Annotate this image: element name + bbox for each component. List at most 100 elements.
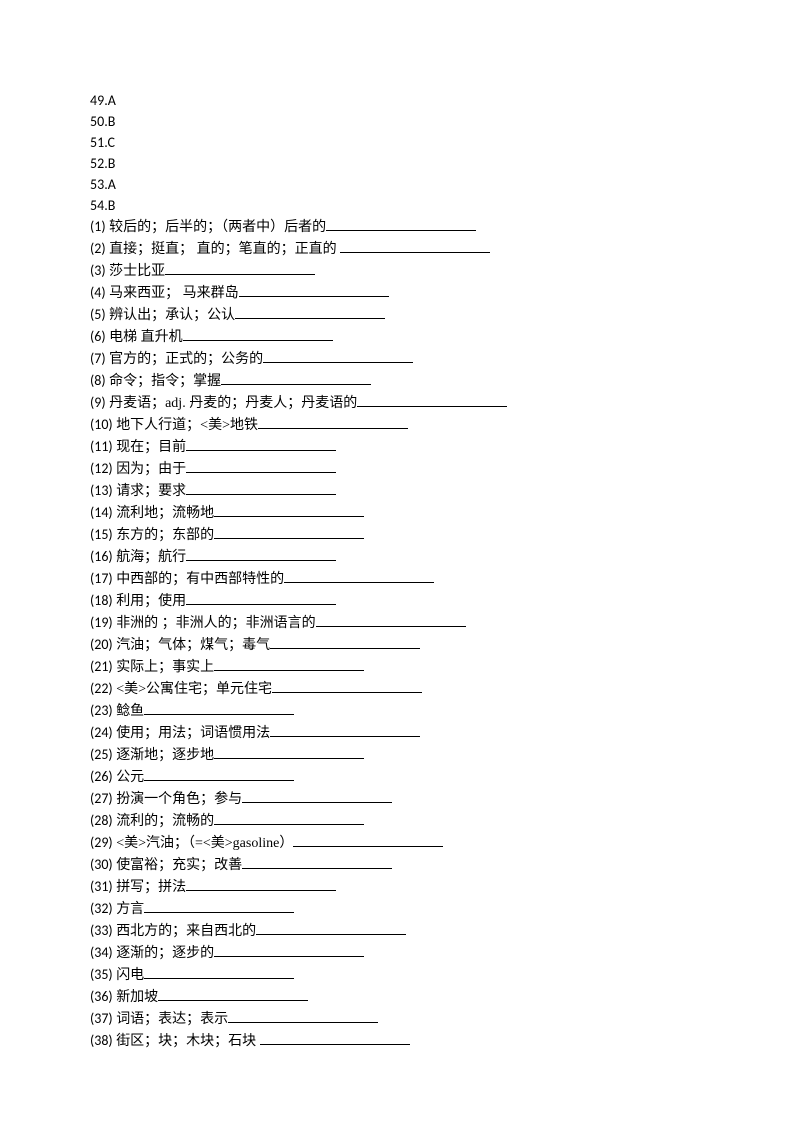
vocab-item: (27) 扮演一个角色；参与: [90, 788, 794, 810]
vocab-number: (14): [90, 504, 113, 521]
vocab-number: (3): [90, 262, 106, 279]
answer-line: 53.A: [90, 174, 794, 195]
vocab-item: (26) 公元: [90, 766, 794, 788]
fill-blank: [214, 811, 364, 825]
vocab-item: (13) 请求；要求: [90, 480, 794, 502]
vocab-item: (16) 航海；航行: [90, 546, 794, 568]
vocab-item: (2) 直接；挺直； 直的；笔直的；正直的: [90, 238, 794, 260]
fill-blank: [326, 217, 476, 231]
vocab-item: (36) 新加坡: [90, 986, 794, 1008]
vocab-number: (9): [90, 394, 106, 411]
vocab-text: 新加坡: [113, 990, 159, 1005]
vocab-item: (28) 流利的；流畅的: [90, 810, 794, 832]
vocab-number: (35): [90, 966, 113, 983]
vocab-item: (30) 使富裕；充实；改善: [90, 854, 794, 876]
vocab-number: (33): [90, 922, 113, 939]
fill-blank: [258, 415, 408, 429]
fill-blank: [357, 393, 507, 407]
fill-blank: [183, 327, 333, 341]
vocab-text: 使用；用法；词语惯用法: [113, 726, 271, 741]
vocab-text: 非洲的 ；非洲人的；非洲语言的: [113, 616, 316, 631]
vocab-number: (8): [90, 372, 106, 389]
vocab-item: (21) 实际上；事实上: [90, 656, 794, 678]
fill-blank: [144, 767, 294, 781]
vocab-number: (28): [90, 812, 113, 829]
vocab-number: (1): [90, 218, 106, 235]
vocab-number: (34): [90, 944, 113, 961]
vocab-item: (24) 使用；用法；词语惯用法: [90, 722, 794, 744]
vocab-number: (26): [90, 768, 113, 785]
vocab-item: (1) 较后的；后半的；（两者中）后者的: [90, 216, 794, 238]
vocab-number: (7): [90, 350, 106, 367]
fill-blank: [221, 371, 371, 385]
vocab-text: 方言: [113, 902, 145, 917]
fill-blank: [242, 855, 392, 869]
vocab-item: (32) 方言: [90, 898, 794, 920]
vocab-text: 航海；航行: [113, 550, 187, 565]
vocab-number: (24): [90, 724, 113, 741]
vocab-number: (10): [90, 416, 113, 433]
vocab-text: 街区；块；木块；石块: [113, 1034, 260, 1049]
fill-blank: [293, 833, 443, 847]
vocab-number: (23): [90, 702, 113, 719]
vocab-item: (8) 命令；指令；掌握: [90, 370, 794, 392]
vocab-number: (25): [90, 746, 113, 763]
vocab-item: (33) 西北方的；来自西北的: [90, 920, 794, 942]
fill-blank: [316, 613, 466, 627]
vocab-text: 电梯 直升机: [106, 330, 183, 345]
fill-blank: [214, 943, 364, 957]
vocab-number: (27): [90, 790, 113, 807]
vocab-text: 丹麦语；adj. 丹麦的；丹麦人；丹麦语的: [106, 396, 358, 411]
vocab-number: (13): [90, 482, 113, 499]
vocab-number: (38): [90, 1032, 113, 1049]
vocab-item: (18) 利用；使用: [90, 590, 794, 612]
vocab-item: (19) 非洲的 ；非洲人的；非洲语言的: [90, 612, 794, 634]
vocab-text: 实际上；事实上: [113, 660, 215, 675]
vocab-number: (20): [90, 636, 113, 653]
vocab-item: (35) 闪电: [90, 964, 794, 986]
vocab-text: 拼写；拼法: [113, 880, 187, 895]
vocab-item: (23) 鲶鱼: [90, 700, 794, 722]
fill-blank: [186, 591, 336, 605]
fill-blank: [144, 965, 294, 979]
vocab-text: 因为；由于: [113, 462, 187, 477]
vocab-text: <美>公寓住宅；单元住宅: [113, 682, 272, 697]
vocab-number: (32): [90, 900, 113, 917]
vocab-text: 流利地；流畅地: [113, 506, 215, 521]
fill-blank: [272, 679, 422, 693]
vocab-item: (38) 街区；块；木块；石块: [90, 1030, 794, 1052]
vocab-text: 使富裕；充实；改善: [113, 858, 243, 873]
vocab-item: (25) 逐渐地；逐步地: [90, 744, 794, 766]
fill-blank: [263, 349, 413, 363]
vocab-text: 流利的；流畅的: [113, 814, 215, 829]
vocab-item: (3) 莎士比亚: [90, 260, 794, 282]
answer-line: 54.B: [90, 195, 794, 216]
answer-line: 52.B: [90, 153, 794, 174]
vocab-item: (9) 丹麦语；adj. 丹麦的；丹麦人；丹麦语的: [90, 392, 794, 414]
fill-blank: [186, 877, 336, 891]
vocab-item: (22) <美>公寓住宅；单元住宅: [90, 678, 794, 700]
vocab-text: 命令；指令；掌握: [106, 374, 222, 389]
fill-blank: [165, 261, 315, 275]
vocab-text: 汽油；气体；煤气；毒气: [113, 638, 271, 653]
fill-blank: [158, 987, 308, 1001]
fill-blank: [214, 525, 364, 539]
vocab-text: 直接；挺直； 直的；笔直的；正直的: [106, 242, 341, 257]
vocab-item: (37) 词语；表达；表示: [90, 1008, 794, 1030]
vocab-item: (34) 逐渐的；逐步的: [90, 942, 794, 964]
vocab-number: (2): [90, 240, 106, 257]
fill-blank: [144, 701, 294, 715]
vocab-number: (18): [90, 592, 113, 609]
vocab-number: (21): [90, 658, 113, 675]
vocab-item: (10) 地下人行道；<美>地铁: [90, 414, 794, 436]
vocab-item: (15) 东方的；东部的: [90, 524, 794, 546]
vocab-item: (12) 因为；由于: [90, 458, 794, 480]
vocab-item: (31) 拼写；拼法: [90, 876, 794, 898]
vocab-text: 闪电: [113, 968, 145, 983]
fill-blank: [256, 921, 406, 935]
fill-blank: [242, 789, 392, 803]
fill-blank: [340, 239, 490, 253]
vocab-number: (30): [90, 856, 113, 873]
fill-blank: [186, 437, 336, 451]
answers-section: 49.A50.B51.C52.B53.A54.B: [90, 90, 794, 216]
